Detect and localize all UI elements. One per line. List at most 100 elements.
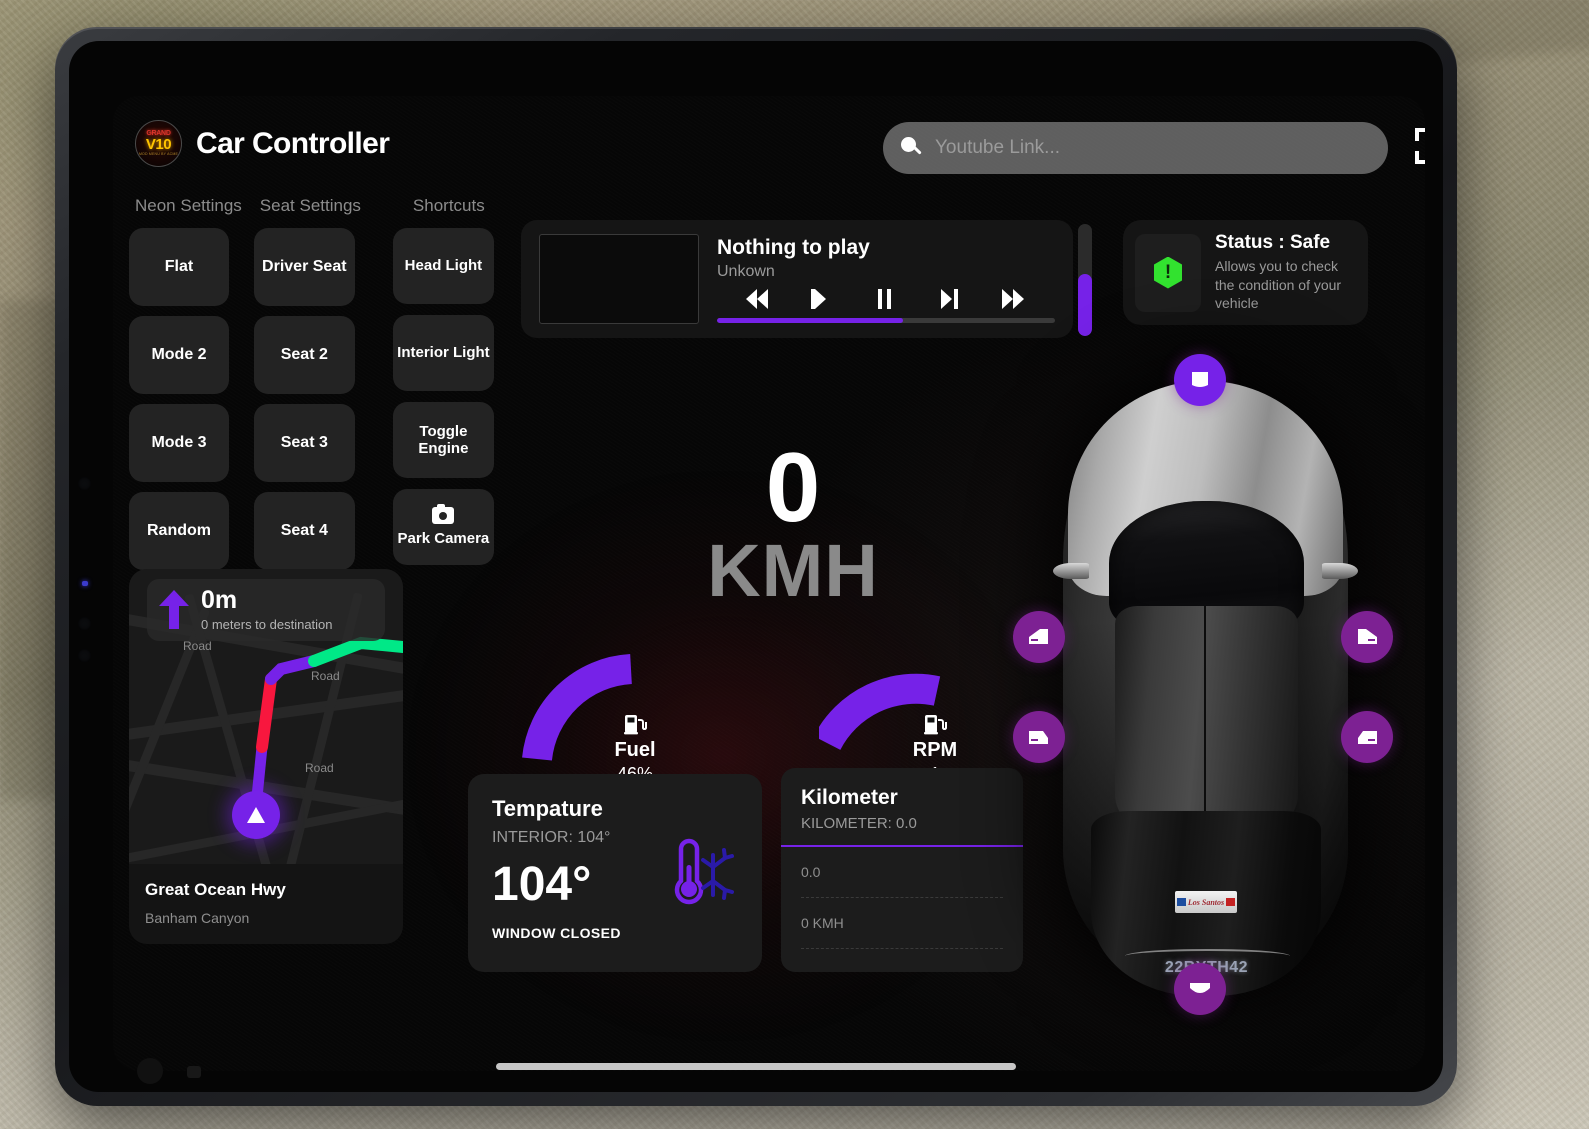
speedometer: 0 KMH bbox=[603, 432, 983, 608]
map-road-label: Road bbox=[311, 669, 340, 683]
neon-button-mode2[interactable]: Mode 2 bbox=[129, 316, 229, 394]
kilometer-card[interactable]: Kilometer KILOMETER: 0.0 0.0 0 KMH bbox=[781, 768, 1023, 972]
straight-ahead-arrow-icon bbox=[159, 590, 189, 630]
neon-button-mode3[interactable]: Mode 3 bbox=[129, 404, 229, 482]
column-title-shortcuts: Shortcuts bbox=[412, 196, 485, 215]
logo-mid-text: V10 bbox=[145, 136, 172, 153]
vehicle-status-card[interactable]: ! Status : Safe Allows you to check the … bbox=[1123, 220, 1368, 325]
map-road-label: Road bbox=[183, 639, 212, 653]
seat-button-2[interactable]: Seat 2 bbox=[253, 316, 355, 394]
fuel-gauge: Fuel 46% bbox=[519, 641, 694, 784]
navigation-arrow-icon bbox=[247, 807, 265, 823]
car-button-rear-left-door[interactable] bbox=[1013, 711, 1065, 763]
navigation-banner: 0m 0 meters to destination bbox=[147, 579, 385, 641]
car-controller-app: GRAND V10 MOD MENU BY ACME Car Controlle… bbox=[113, 96, 1425, 1071]
car-button-hood[interactable] bbox=[1174, 354, 1226, 406]
license-plate: Los Santos bbox=[1175, 891, 1237, 913]
column-title-neon: Neon Settings bbox=[135, 196, 242, 215]
media-thumbnail bbox=[539, 234, 699, 324]
media-progress-fill bbox=[717, 317, 903, 323]
thermometer-snowflake-icon bbox=[648, 796, 738, 950]
shortcut-button-park-camera[interactable]: Park Camera bbox=[392, 489, 494, 565]
shortcut-button-interior-light[interactable]: Interior Light bbox=[392, 315, 494, 391]
media-controls bbox=[717, 288, 1055, 309]
temperature-title: Tempature bbox=[492, 796, 603, 821]
v10-logo-icon: GRAND V10 MOD MENU BY ACME bbox=[135, 120, 182, 167]
fullscreen-corner-tl bbox=[1415, 128, 1425, 141]
kilometer-subtitle: KILOMETER: 0.0 bbox=[801, 815, 917, 832]
rpm-gauge-label: RPM bbox=[912, 739, 958, 761]
pause-icon[interactable] bbox=[874, 288, 898, 309]
search-icon bbox=[901, 137, 923, 159]
plate-flag-left bbox=[1176, 898, 1186, 906]
door-icon bbox=[1029, 731, 1048, 744]
camera-icon bbox=[432, 503, 455, 524]
alert-exclamation: ! bbox=[1164, 262, 1172, 283]
car-button-front-right-door[interactable] bbox=[1341, 611, 1393, 663]
map-canvas[interactable]: Road Road Road 0m 0 meters to destinatio… bbox=[129, 569, 403, 864]
rewind-icon[interactable] bbox=[746, 288, 770, 309]
page-title: Car Controller bbox=[196, 126, 390, 160]
navigation-map-card[interactable]: Road Road Road 0m 0 meters to destinatio… bbox=[129, 569, 403, 944]
shortcuts-column: Shortcuts Head Light Interior Light Togg… bbox=[392, 196, 494, 580]
car-top-view: Los Santos 22BYTH42 bbox=[1053, 381, 1358, 996]
seat-button-4[interactable]: Seat 4 bbox=[253, 492, 355, 570]
car-roof bbox=[1115, 606, 1298, 831]
seat-button-driver[interactable]: Driver Seat bbox=[253, 228, 355, 306]
volume-slider[interactable] bbox=[1078, 224, 1092, 336]
shortcut-button-toggle-engine[interactable]: Toggle Engine bbox=[392, 402, 494, 478]
tablet-device: GRAND V10 MOD MENU BY ACME Car Controlle… bbox=[55, 27, 1457, 1106]
window-status: WINDOW CLOSED bbox=[492, 925, 621, 941]
vehicle-position-marker bbox=[232, 791, 280, 839]
status-title: Status : Safe bbox=[1215, 231, 1331, 253]
brand-block: GRAND V10 MOD MENU BY ACME Car Controlle… bbox=[135, 120, 390, 167]
car-button-rear-right-door[interactable] bbox=[1341, 711, 1393, 763]
temperature-card[interactable]: Tempature INTERIOR: 104° 104° WINDOW CLO… bbox=[468, 774, 762, 972]
next-track-icon[interactable] bbox=[938, 288, 962, 309]
door-icon bbox=[1358, 629, 1377, 644]
fast-forward-icon[interactable] bbox=[1002, 288, 1026, 309]
kilometer-row-distance: 0.0 bbox=[801, 847, 1003, 898]
door-icon bbox=[1358, 731, 1377, 744]
fullscreen-expand-icon[interactable] bbox=[1415, 128, 1425, 164]
car-button-trunk[interactable] bbox=[1174, 963, 1226, 1015]
kilometer-title: Kilometer bbox=[801, 786, 898, 809]
rpm-pump-icon bbox=[922, 711, 948, 737]
plate-region-text: Los Santos bbox=[1187, 897, 1225, 907]
search-input[interactable] bbox=[935, 137, 1370, 159]
dock-indicator-secondary bbox=[187, 1066, 201, 1078]
app-header: GRAND V10 MOD MENU BY ACME Car Controlle… bbox=[113, 96, 1425, 196]
seat-button-3[interactable]: Seat 3 bbox=[253, 404, 355, 482]
track-artist: Unkown bbox=[717, 262, 775, 280]
neon-settings-column: Neon Settings Flat Mode 2 Mode 3 Random bbox=[129, 196, 242, 580]
status-icon-container: ! bbox=[1135, 233, 1201, 312]
plate-flag-right bbox=[1226, 898, 1236, 906]
speed-value: 0 bbox=[765, 432, 821, 542]
control-columns: Neon Settings Flat Mode 2 Mode 3 Random … bbox=[129, 196, 494, 580]
status-description: Allows you to check the condition of you… bbox=[1215, 257, 1342, 312]
fuel-pump-icon bbox=[622, 711, 648, 737]
media-info: Nothing to play Unkown bbox=[717, 236, 1055, 323]
tablet-screen: GRAND V10 MOD MENU BY ACME Car Controlle… bbox=[69, 41, 1443, 1092]
map-road-label: Road bbox=[305, 761, 334, 775]
nav-distance-block: 0m 0 meters to destination bbox=[201, 588, 333, 633]
car-mirror-left bbox=[1053, 563, 1089, 579]
shortcut-button-head-light[interactable]: Head Light bbox=[392, 228, 494, 304]
previous-track-icon[interactable] bbox=[810, 288, 834, 309]
media-progress-bar[interactable] bbox=[717, 317, 1055, 323]
media-player-panel: Nothing to play Unkown bbox=[521, 220, 1073, 338]
map-area-name: Banham Canyon bbox=[145, 910, 250, 926]
car-visualization: Los Santos 22BYTH42 bbox=[993, 326, 1413, 1046]
fullscreen-corner-bl bbox=[1415, 151, 1425, 164]
hood-icon bbox=[1192, 372, 1208, 387]
car-button-front-left-door[interactable] bbox=[1013, 611, 1065, 663]
green-hex-alert-icon: ! bbox=[1154, 256, 1182, 289]
home-indicator[interactable] bbox=[496, 1063, 1016, 1070]
trunk-icon bbox=[1190, 983, 1210, 993]
map-footer: Great Ocean Hwy Banham Canyon bbox=[129, 866, 403, 944]
neon-button-flat[interactable]: Flat bbox=[129, 228, 229, 306]
temperature-text-block: Tempature INTERIOR: 104° 104° WINDOW CLO… bbox=[492, 796, 648, 950]
youtube-search-bar[interactable] bbox=[883, 122, 1388, 174]
neon-button-random[interactable]: Random bbox=[129, 492, 229, 570]
seat-settings-column: Seat Settings Driver Seat Seat 2 Seat 3 … bbox=[253, 196, 361, 580]
